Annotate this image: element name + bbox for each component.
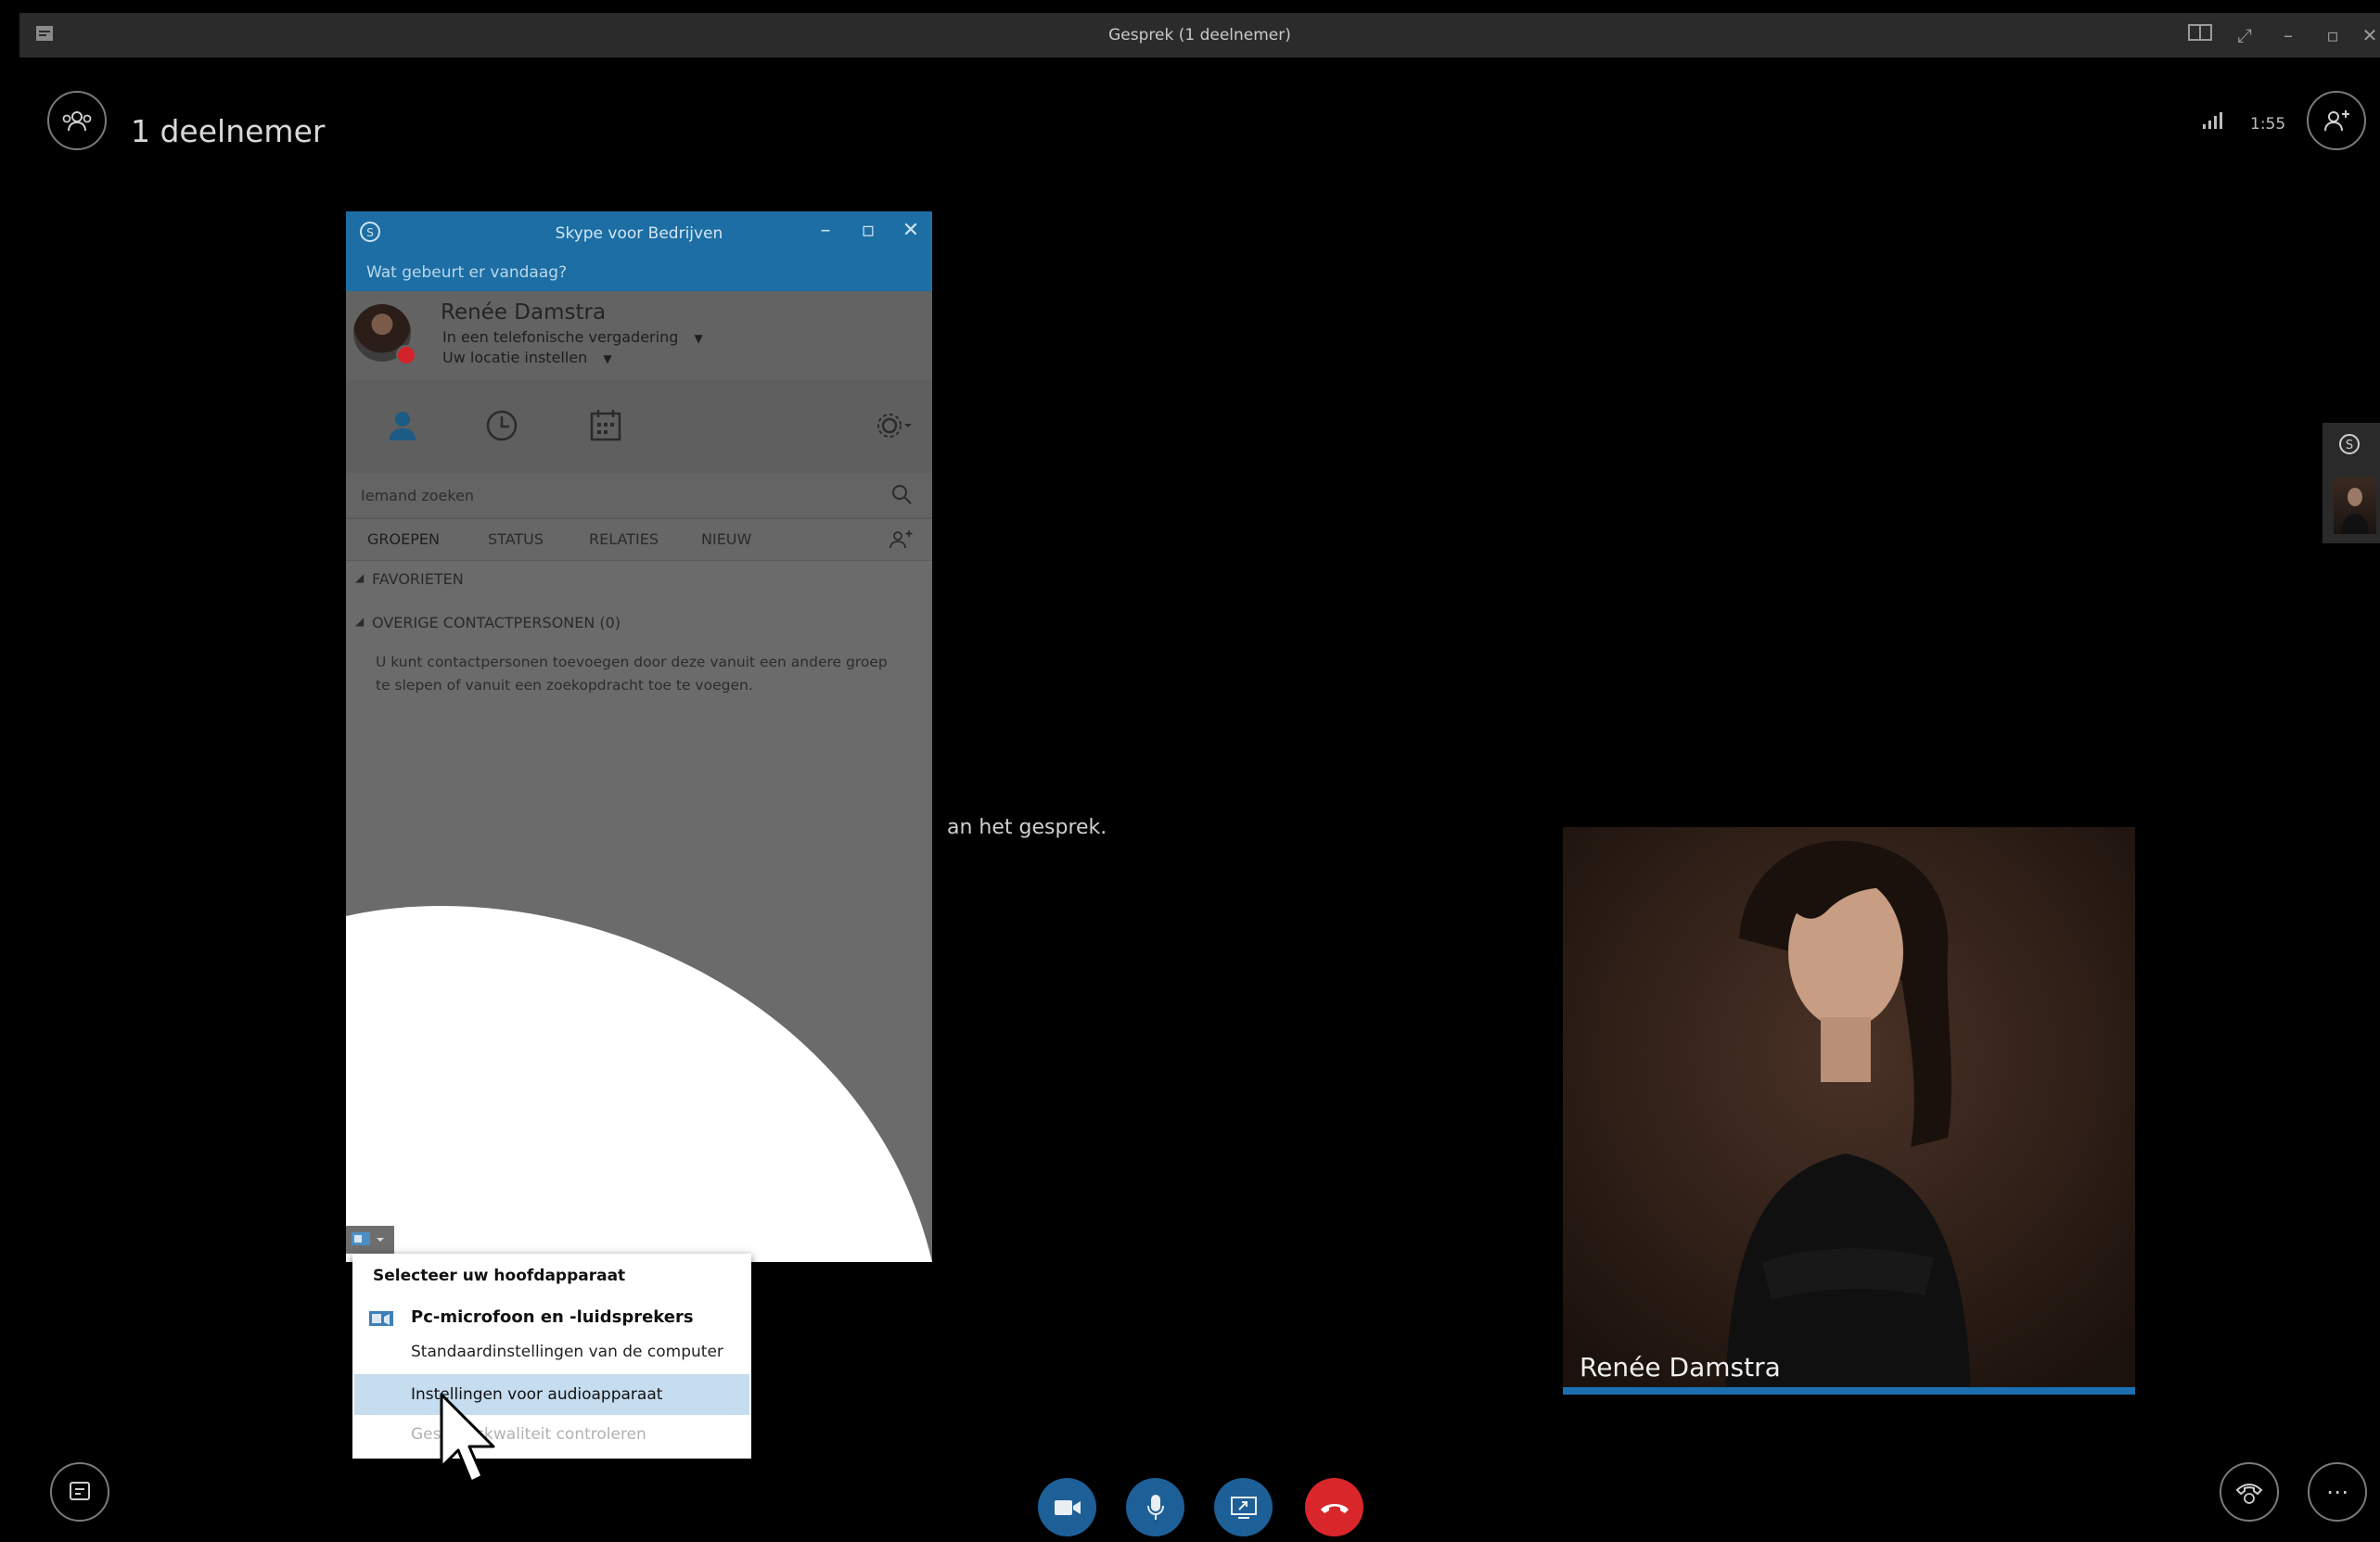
minimize-button[interactable]: –: [2273, 22, 2303, 48]
stage-message: an het gesprek.: [947, 816, 1107, 839]
tab-new[interactable]: NIEUW: [701, 530, 751, 548]
menu-item-subtext: Standaardinstellingen van de computer: [411, 1343, 723, 1361]
window-title: Gesprek (1 deelnemer): [1108, 26, 1291, 45]
search-bar: [346, 473, 932, 519]
title-bar: Gesprek (1 deelnemer) ⤢ – ▫ ✕: [19, 13, 2380, 57]
more-options-button[interactable]: ⋯: [2308, 1462, 2367, 1522]
active-speaker-bar: [1563, 1387, 2135, 1395]
video-button[interactable]: [1038, 1478, 1096, 1536]
chevron-down-icon: ▼: [603, 352, 612, 365]
highlight-spotlight: [346, 906, 932, 1262]
group-other-contacts[interactable]: ◢ OVERIGE CONTACTPERSONEN (0): [346, 605, 932, 643]
menu-header: Selecteer uw hoofdapparaat: [373, 1267, 626, 1285]
skype-icon: S: [2337, 432, 2361, 460]
self-view-thumbnail[interactable]: [2334, 477, 2376, 534]
search-input[interactable]: [359, 480, 864, 510]
presence-status[interactable]: In een telefonische vergadering ▼: [442, 328, 703, 346]
fullscreen-icon[interactable]: ⤢: [2230, 22, 2259, 48]
add-contact-icon[interactable]: [888, 529, 914, 554]
search-icon[interactable]: [889, 482, 914, 510]
tab-status[interactable]: STATUS: [488, 530, 544, 548]
device-menu: Selecteer uw hoofdapparaat Pc-microfoon …: [352, 1254, 751, 1459]
tab-groups[interactable]: GROEPEN: [367, 530, 440, 548]
microphone-button[interactable]: [1126, 1478, 1184, 1536]
meetings-tab-icon[interactable]: [582, 402, 629, 449]
skype-contact-window: S Skype voor Bedrijven – ▫ ✕ Wat gebeurt…: [346, 211, 932, 1262]
expand-arrow-icon: ◢: [355, 571, 365, 584]
participant-video: Renée Damstra: [1563, 827, 2135, 1395]
hint-line: te slepen of vanuit een zoekopdracht toe…: [376, 677, 753, 694]
expand-arrow-icon: ◢: [355, 615, 365, 628]
chat-button[interactable]: [50, 1462, 109, 1522]
call-duration: 1:55: [2250, 115, 2286, 134]
skype-nav-tabs: [346, 380, 932, 473]
location-label: Uw locatie instellen: [442, 349, 588, 366]
participants-icon[interactable]: [47, 91, 107, 150]
user-name: Renée Damstra: [441, 300, 607, 325]
hint-line: U kunt contactpersonen toevoegen door de…: [376, 654, 888, 670]
participant-name: Renée Damstra: [1580, 1352, 1781, 1383]
mood-message[interactable]: Wat gebeurt er vandaag?: [366, 263, 567, 282]
participants-count: 1 deelnemer: [131, 113, 326, 149]
skype-title-bar: S Skype voor Bedrijven – ▫ ✕ Wat gebeurt…: [346, 211, 932, 291]
self-view-strip[interactable]: S: [2322, 423, 2380, 543]
contacts-tab-icon[interactable]: [379, 402, 426, 449]
skype-close-button[interactable]: ✕: [897, 219, 925, 247]
presence-indicator: [396, 345, 416, 365]
svg-text:S: S: [2346, 439, 2353, 452]
group-favorites[interactable]: ◢ FAVORIETEN: [346, 562, 932, 599]
skype-minimize-button[interactable]: –: [812, 219, 839, 247]
add-participant-icon[interactable]: [2307, 91, 2366, 150]
signal-icon: [2201, 111, 2223, 134]
menu-item-pc-device[interactable]: Pc-microfoon en -luidsprekers: [411, 1307, 694, 1327]
pc-device-icon: [367, 1309, 395, 1333]
mouse-cursor-icon: [440, 1393, 495, 1484]
chevron-down-icon: ▼: [694, 332, 703, 345]
device-selector-button[interactable]: [346, 1226, 394, 1254]
contact-filter-tabs: GROEPEN STATUS RELATIES NIEUW: [346, 519, 932, 561]
hang-up-button[interactable]: [1305, 1478, 1363, 1536]
history-tab-icon[interactable]: [479, 402, 525, 449]
share-screen-button[interactable]: [1214, 1478, 1273, 1536]
maximize-button[interactable]: ▫: [2318, 22, 2348, 48]
gear-icon[interactable]: [871, 402, 917, 449]
presence-status-label: In een telefonische vergadering: [442, 328, 679, 346]
skype-maximize-button[interactable]: ▫: [854, 219, 882, 247]
location-selector[interactable]: Uw locatie instellen ▼: [442, 349, 612, 366]
layout-icon[interactable]: [2185, 22, 2215, 48]
group-label: OVERIGE CONTACTPERSONEN (0): [372, 614, 621, 631]
participant-photo: [1563, 827, 2135, 1395]
tab-relations[interactable]: RELATIES: [589, 530, 659, 548]
group-label: FAVORIETEN: [372, 570, 464, 588]
empty-group-hint: U kunt contactpersonen toevoegen door de…: [376, 651, 923, 697]
skype-title: Skype voor Bedrijven: [555, 224, 723, 243]
call-controls-icon[interactable]: [2220, 1462, 2279, 1522]
close-button[interactable]: ✕: [2355, 22, 2380, 48]
